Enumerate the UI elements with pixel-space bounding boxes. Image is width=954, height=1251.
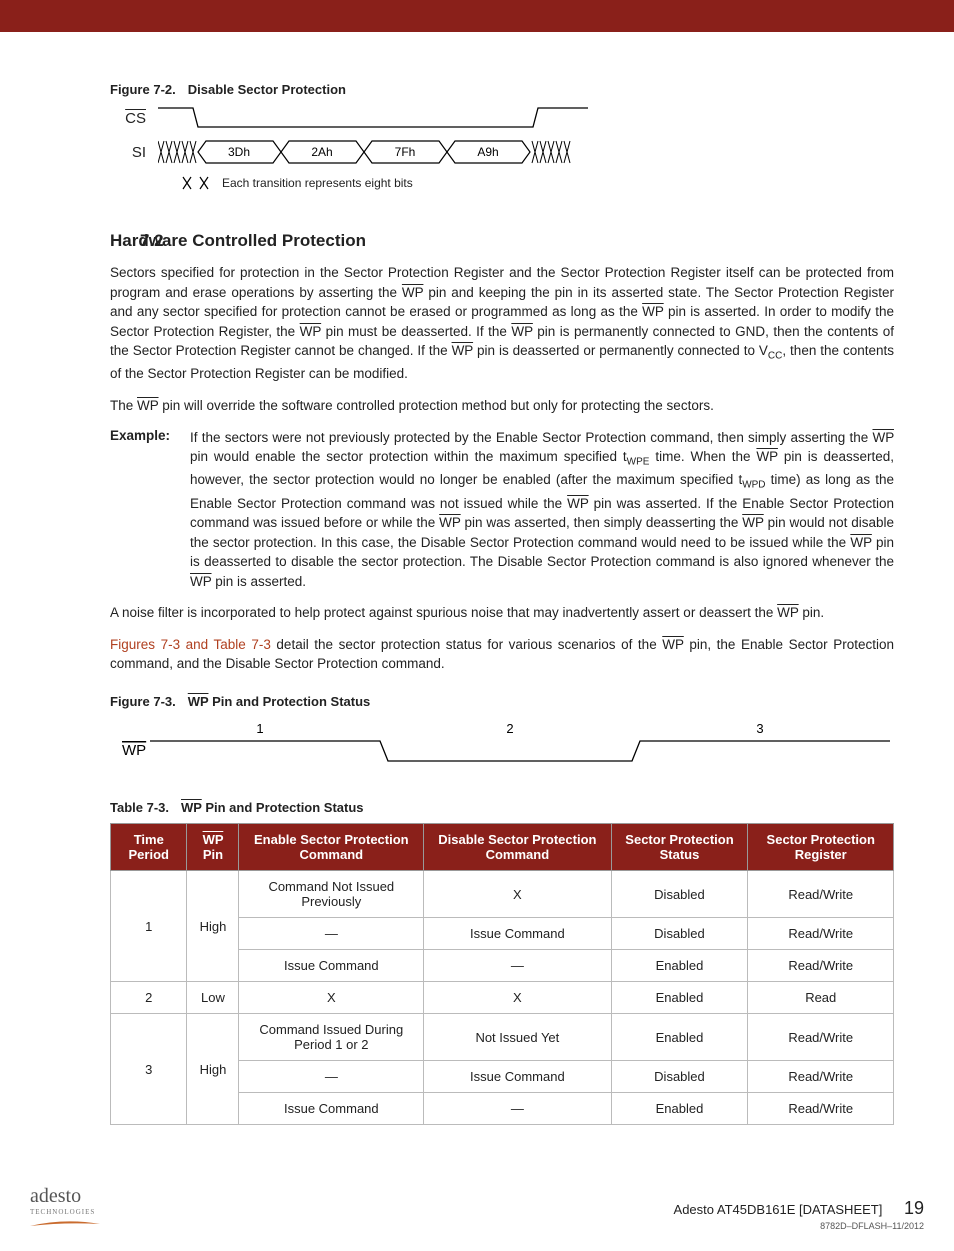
example-body: If the sectors were not previously prote… xyxy=(190,428,894,592)
protection-status-table: Time Period WP Pin Enable Sector Protect… xyxy=(110,823,894,1125)
doc-title: Adesto AT45DB161E [DATASHEET] xyxy=(674,1202,883,1217)
timing-note-row: Each transition represents eight bits xyxy=(180,175,894,191)
timing-cs-row: CS xyxy=(110,105,894,131)
table-row: 3 High Command Issued During Period 1 or… xyxy=(111,1014,894,1061)
paragraph-2: The WP pin will override the software co… xyxy=(110,396,894,416)
si-byte-3: A9h xyxy=(477,145,498,159)
figure-7-3-title: Pin and Protection Status xyxy=(208,694,370,709)
table-7-3-title: Pin and Protection Status xyxy=(202,800,364,815)
wp-axis-label: WP xyxy=(122,742,146,759)
logo-text: adesto xyxy=(30,1185,81,1207)
logo: adesto TECHNOLOGIES xyxy=(30,1185,100,1231)
table-7-3-caption: Table 7-3.WP Pin and Protection Status xyxy=(110,800,894,815)
table-body: 1 High Command Not Issued Previously X D… xyxy=(111,871,894,1125)
paragraph-1: Sectors specified for protection in the … xyxy=(110,263,894,384)
si-label: SI xyxy=(132,144,146,161)
logo-subtext: TECHNOLOGIES xyxy=(30,1208,100,1216)
figure-7-2-number: Figure 7-2. xyxy=(110,82,176,97)
logo-swoosh-icon xyxy=(30,1220,100,1228)
section-title: Hardware Controlled Protection xyxy=(110,231,894,251)
header-bar xyxy=(0,0,954,32)
period-label-3: 3 xyxy=(756,721,763,736)
cs-label: CS xyxy=(125,110,146,127)
figure-7-2-caption: Figure 7-2. Disable Sector Protection xyxy=(110,82,894,97)
doc-number: 8782D–DFLASH–11/2012 xyxy=(674,1221,924,1231)
period-label-2: 2 xyxy=(506,721,513,736)
page-footer: adesto TECHNOLOGIES Adesto AT45DB161E [D… xyxy=(0,1185,954,1251)
timing-note: Each transition represents eight bits xyxy=(222,176,413,190)
th-disable-cmd: Disable Sector Protection Command xyxy=(424,824,611,871)
paragraph-3: A noise filter is incorporated to help p… xyxy=(110,603,894,623)
figure-7-3-number: Figure 7-3. xyxy=(110,694,176,709)
table-row: 2 Low X X Enabled Read xyxy=(111,982,894,1014)
th-register: Sector Protection Register xyxy=(748,824,894,871)
cs-waveform xyxy=(158,105,588,131)
example-label: Example: xyxy=(110,428,190,592)
table-row: 1 High Command Not Issued Previously X D… xyxy=(111,871,894,918)
page-number: 19 xyxy=(904,1198,924,1218)
si-byte-1: 2Ah xyxy=(311,145,332,159)
cross-reference[interactable]: Figures 7-3 and Table 7-3 xyxy=(110,637,271,652)
transition-icon xyxy=(180,175,214,191)
section-number: 7.2 xyxy=(140,231,164,251)
si-byte-2: 7Fh xyxy=(395,145,416,159)
example-block: Example: If the sectors were not previou… xyxy=(110,428,894,592)
timing-si-row: SI 3Dh 2Ah 7Fh xyxy=(110,137,894,167)
footer-right: Adesto AT45DB161E [DATASHEET] 19 8782D–D… xyxy=(674,1198,924,1231)
th-time-period: Time Period xyxy=(111,824,187,871)
figure-7-3-diagram: 1 2 3 WP xyxy=(110,719,894,772)
si-byte-0: 3Dh xyxy=(228,145,250,159)
th-status: Sector Protection Status xyxy=(611,824,748,871)
th-wp-pin: WP Pin xyxy=(187,824,239,871)
figure-7-2-title: Disable Sector Protection xyxy=(188,82,346,97)
period-label-1: 1 xyxy=(256,721,263,736)
si-waveform: 3Dh 2Ah 7Fh A9h xyxy=(158,137,628,167)
table-7-3-number: Table 7-3. xyxy=(110,800,169,815)
th-enable-cmd: Enable Sector Protection Command xyxy=(239,824,424,871)
figure-7-3-caption: Figure 7-3.WP Pin and Protection Status xyxy=(110,694,894,709)
paragraph-4: Figures 7-3 and Table 7-3 detail the sec… xyxy=(110,635,894,674)
